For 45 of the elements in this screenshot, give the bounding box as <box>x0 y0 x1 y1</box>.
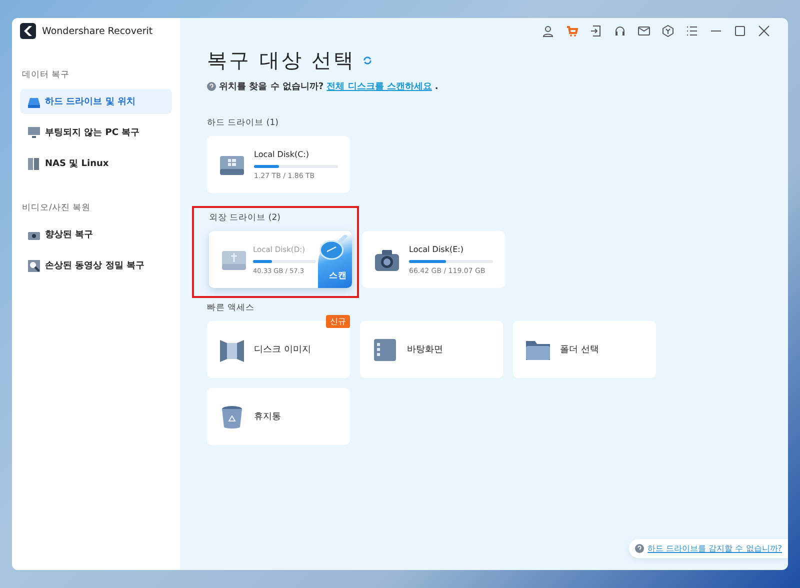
maximize-icon[interactable] <box>734 25 746 37</box>
help-pill[interactable]: 하드 드라이브를 감지할 수 없습니까? <box>628 539 788 558</box>
quick-access-label: 휴지통 <box>254 411 281 423</box>
new-badge: 신규 <box>326 315 350 328</box>
hint-period: . <box>434 82 438 92</box>
disk-name: Local Disk(C:) <box>254 150 310 158</box>
app-logo-icon <box>20 23 36 39</box>
sidebar-item[interactable]: 향상된 복구 <box>20 222 172 247</box>
menu-icon[interactable] <box>686 25 698 37</box>
server-icon <box>28 158 40 170</box>
drive-icon <box>28 96 40 108</box>
headset-icon[interactable] <box>614 25 626 37</box>
cart-icon[interactable] <box>566 25 578 37</box>
quick-access-card[interactable]: 바탕화면 <box>360 321 503 378</box>
hint-text: 위치를 찾을 수 없습니까? <box>219 81 324 93</box>
login-icon[interactable] <box>590 25 602 37</box>
quick-access-card[interactable]: 폴더 선택 <box>513 321 656 378</box>
section-heading: 외장 드라이브 (2) <box>209 212 282 224</box>
sidebar-item[interactable]: 부팅되지 않는 PC 복구 <box>20 120 172 145</box>
close-icon[interactable] <box>758 25 770 37</box>
sidebar-heading: 데이터 복구 <box>21 69 71 81</box>
section-heading: 빠른 액세스 <box>207 302 256 314</box>
monitor-icon <box>28 126 40 138</box>
page-title: 복구 대상 선택 <box>207 47 356 74</box>
help-icon <box>207 82 216 91</box>
section-heading: 하드 드라이브 (1) <box>207 117 280 129</box>
desktop-folder-icon <box>372 336 398 362</box>
detect-drive-link[interactable]: 하드 드라이브를 감지할 수 없습니까? <box>648 543 782 554</box>
sidebar-item[interactable]: NAS 및 Linux <box>20 151 172 176</box>
disk-name: Local Disk(E:) <box>409 244 464 254</box>
magnifier-icon <box>318 235 348 262</box>
window-title: Wondershare Recoverit <box>42 26 153 36</box>
sidebar-heading: 비디오/사진 복원 <box>21 202 92 214</box>
quick-access-label: 바탕화면 <box>407 344 443 356</box>
refresh-icon[interactable] <box>362 56 372 65</box>
quick-access-label: 폴더 선택 <box>560 344 599 356</box>
user-icon[interactable] <box>542 25 554 37</box>
sidebar-item[interactable]: 하드 드라이브 및 위치 <box>20 89 172 114</box>
trash-icon <box>219 404 245 430</box>
sidebar-item[interactable]: 손상된 동영상 정밀 복구 <box>20 253 172 278</box>
camera-icon <box>374 248 400 272</box>
quick-access-label: 디스크 이미지 <box>254 344 311 356</box>
help-icon <box>634 544 644 553</box>
quick-access-card[interactable]: 휴지통 <box>207 388 350 445</box>
mail-icon[interactable] <box>638 25 650 37</box>
